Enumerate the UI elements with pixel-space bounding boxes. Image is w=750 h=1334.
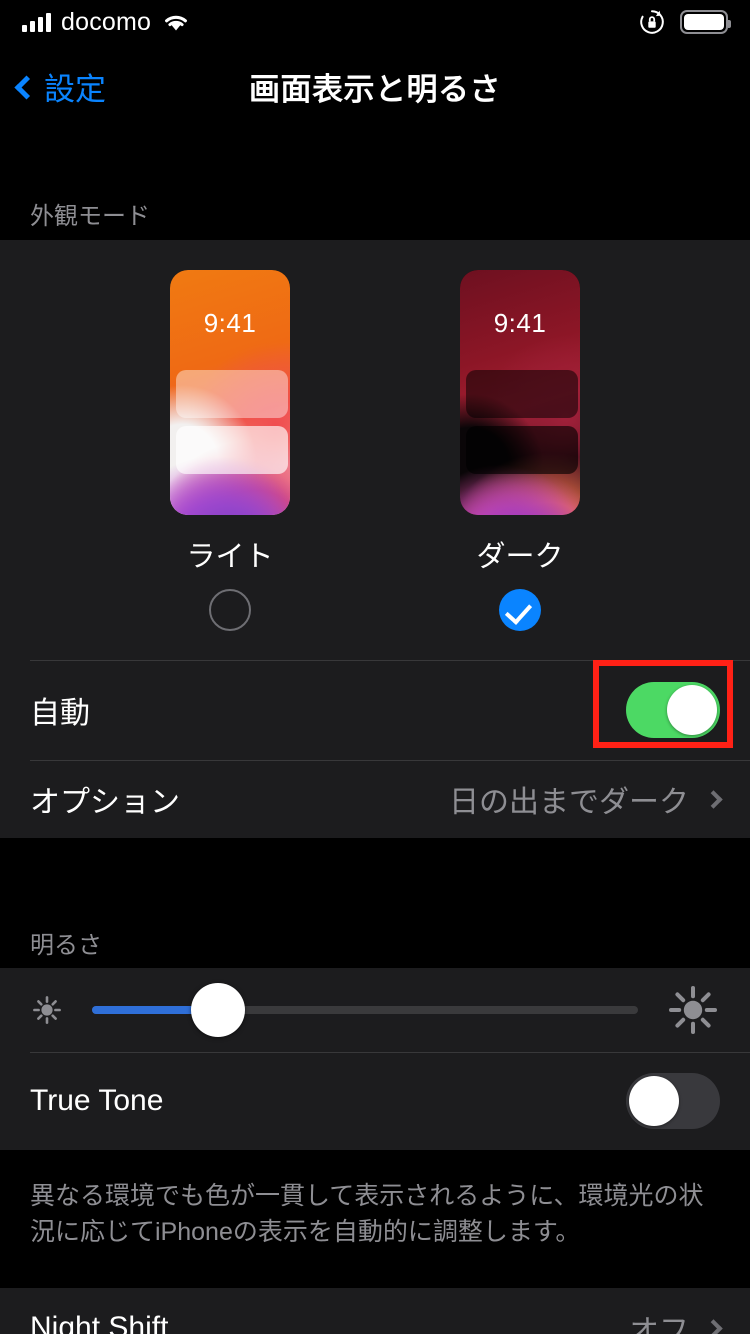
appearance-option-light[interactable]: 9:41 ライト (105, 270, 355, 631)
true-tone-toggle-knob (629, 1076, 679, 1126)
dark-mode-radio[interactable] (499, 589, 541, 631)
dark-mode-label: ダーク (476, 541, 564, 573)
auto-toggle[interactable] (626, 682, 720, 738)
night-shift-row[interactable]: Night Shift オフ (0, 1288, 750, 1334)
settings-display-brightness-screen: docomo 設定 画面表示と明るさ 外観モード 9:41 ライト 9:41 ダ… (0, 0, 750, 1334)
options-row-label: オプション (30, 786, 180, 819)
sun-large-icon (666, 983, 720, 1037)
dark-preview-notification-2 (466, 426, 578, 474)
auto-row[interactable]: 自動 (0, 660, 750, 760)
light-mode-label: ライト (186, 541, 274, 573)
auto-row-label: 自動 (30, 697, 90, 730)
status-bar-right (638, 8, 731, 36)
appearance-card: 9:41 ライト 9:41 ダーク 自動 オプション 日の出までダーク (0, 240, 750, 838)
night-shift-value: オフ (629, 1315, 689, 1334)
status-bar-left: docomo (22, 8, 191, 37)
status-bar: docomo (0, 0, 750, 44)
chevron-right-icon (704, 1318, 723, 1334)
night-shift-card: Night Shift オフ (0, 1288, 750, 1334)
dark-preview-time: 9:41 (493, 308, 547, 338)
sun-small-icon (30, 993, 64, 1027)
true-tone-label: True Tone (30, 1084, 164, 1117)
brightness-section-header: 明るさ (30, 932, 102, 959)
night-shift-label: Night Shift (30, 1311, 169, 1334)
dark-mode-phone-preview: 9:41 (460, 270, 580, 515)
true-tone-row[interactable]: True Tone (0, 1052, 750, 1150)
true-tone-toggle[interactable] (626, 1073, 720, 1129)
appearance-mode-previews: 9:41 ライト 9:41 ダーク (0, 240, 750, 660)
light-mode-phone-preview: 9:41 (170, 270, 290, 515)
carrier-label: docomo (61, 7, 152, 36)
rotation-lock-icon (638, 8, 666, 36)
brightness-slider-knob[interactable] (190, 983, 245, 1037)
light-preview-time: 9:41 (203, 308, 257, 338)
chevron-right-icon (704, 789, 723, 809)
appearance-option-dark[interactable]: 9:41 ダーク (395, 270, 645, 631)
options-row[interactable]: オプション 日の出までダーク (0, 760, 750, 838)
appearance-section-header: 外観モード (30, 203, 150, 230)
brightness-card: True Tone (0, 968, 750, 1150)
wifi-icon (161, 11, 191, 33)
dark-preview-notification-1 (466, 370, 578, 418)
signal-bars-icon (22, 12, 51, 32)
battery-full-icon (680, 10, 731, 34)
true-tone-description: 異なる環境でも色が一貫して表示されるように、環境光の状況に応じてiPhoneの表… (30, 1182, 704, 1247)
brightness-slider-row[interactable] (0, 968, 750, 1052)
light-mode-radio[interactable] (209, 589, 251, 631)
page-title: 画面表示と明るさ (249, 71, 501, 107)
auto-toggle-knob (667, 685, 717, 735)
light-preview-notification-2 (176, 426, 288, 474)
brightness-slider-track[interactable] (92, 983, 638, 1037)
light-preview-notification-1 (176, 370, 288, 418)
options-row-value: 日の出までダーク (449, 786, 689, 819)
navigation-bar: 設定 画面表示と明るさ (0, 44, 750, 128)
